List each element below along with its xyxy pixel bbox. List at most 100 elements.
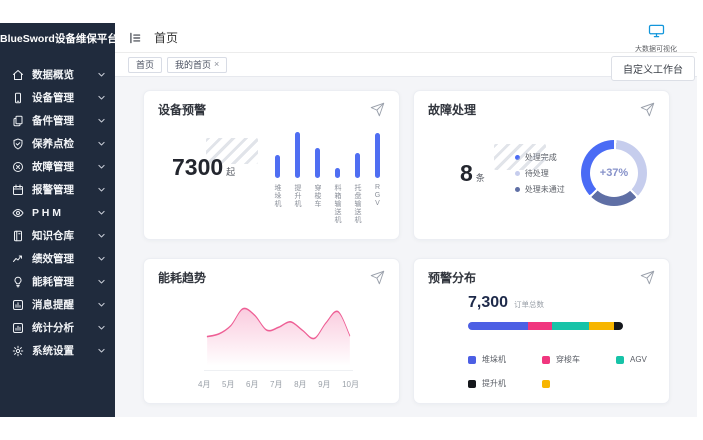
sidebar-item-notifications[interactable]: 消息提醒: [0, 293, 115, 316]
bar-label: 穿梭车: [314, 184, 321, 208]
legend-dot: [515, 171, 520, 176]
order-total: 7,300: [468, 294, 508, 312]
fault-handling-kpi: 8 条: [460, 160, 485, 187]
stack-segment: [589, 322, 614, 330]
card-title: 故障处理: [428, 101, 476, 118]
tab-label: 首页: [136, 58, 154, 71]
page: BlueSword设备维保平台 数据概览 设备管理 备件管理 保养点检 故障管理: [0, 0, 703, 440]
legend-swatch: [542, 356, 550, 364]
sidebar-item-system-settings[interactable]: 系统设置: [0, 339, 115, 362]
card-fault-handling: 故障处理 8 条 处理完成待处理处理未通过 +37%: [413, 90, 670, 240]
close-tab-icon[interactable]: ×: [214, 60, 219, 69]
bar-label: 堆垛机: [274, 184, 281, 208]
bar-label: RGV: [374, 184, 381, 208]
legend-item: 待处理: [515, 168, 565, 179]
stack-segment: [614, 322, 623, 330]
bar-column: 托盘输送机: [354, 132, 361, 224]
month-tick-label: 9月: [318, 379, 330, 390]
legend-item: 穿梭车: [542, 354, 616, 365]
sidebar-menu: 数据概览 设备管理 备件管理 保养点检 故障管理 报警管理: [0, 55, 115, 362]
distribution-kpi: 7,300 订单总数: [468, 294, 655, 312]
bar: [375, 133, 380, 178]
message-chart-icon: [11, 298, 24, 311]
eye-icon: [11, 206, 24, 219]
bar-chart-icon: [11, 321, 24, 334]
legend-swatch: [542, 380, 550, 388]
month-labels: 4月5月6月7月8月9月10月: [198, 379, 359, 390]
stack-segment: [468, 322, 528, 330]
bar-column: 料箱输送机: [334, 132, 341, 224]
month-tick-label: 7月: [270, 379, 282, 390]
app-title: BlueSword设备维保平台: [0, 23, 115, 55]
sidebar-item-device-mgmt[interactable]: 设备管理: [0, 86, 115, 109]
monitor-icon: [648, 24, 665, 43]
bar-label: 料箱输送机: [334, 184, 341, 224]
legend-item: [542, 378, 616, 389]
bar-column: 穿梭车: [314, 132, 321, 208]
bar-column: 堆垛机: [274, 132, 281, 208]
month-tick-label: 8月: [294, 379, 306, 390]
chevron-down-icon: [97, 300, 106, 309]
legend-label: AGV: [630, 355, 647, 364]
send-icon[interactable]: [640, 270, 655, 285]
distribution-stacked-bar: [468, 322, 623, 330]
sidebar-item-maintenance[interactable]: 保养点检: [0, 132, 115, 155]
sidebar-item-data-overview[interactable]: 数据概览: [0, 63, 115, 86]
bar-label: 提升机: [294, 184, 301, 208]
send-icon[interactable]: [370, 102, 385, 117]
sidebar-item-fault-mgmt[interactable]: 故障管理: [0, 155, 115, 178]
send-icon[interactable]: [370, 270, 385, 285]
card-title: 能耗趋势: [158, 269, 206, 286]
legend-swatch: [616, 356, 624, 364]
legend-label: 处理未通过: [525, 184, 565, 195]
month-tick-label: 10月: [342, 379, 359, 390]
documents-icon: [11, 114, 24, 127]
bar-label: 托盘输送机: [354, 184, 361, 224]
month-tick-label: 6月: [246, 379, 258, 390]
legend-item: 处理未通过: [515, 184, 565, 195]
legend-item: 堆垛机: [468, 354, 542, 365]
card-title: 预警分布: [428, 269, 476, 286]
big-data-viz-entry[interactable]: 大数据可视化: [635, 21, 677, 54]
shield-check-icon: [11, 137, 24, 150]
sidebar-item-performance[interactable]: 绩效管理: [0, 247, 115, 270]
chevron-down-icon: [97, 277, 106, 286]
donut-center-text: +37%: [590, 149, 638, 197]
sidebar-item-energy-mgmt[interactable]: 能耗管理: [0, 270, 115, 293]
chevron-down-icon: [97, 116, 106, 125]
tab-label: 我的首页: [175, 58, 211, 71]
card-device-warning: 设备预警 7300 起 堆垛机提升机穿梭车料箱输送机托盘输送机RGV: [143, 90, 400, 240]
legend-swatch: [468, 356, 476, 364]
legend-item: 提升机: [468, 378, 542, 389]
stack-segment: [552, 322, 589, 330]
trend-icon: [11, 252, 24, 265]
sidebar-item-knowledge-base[interactable]: 知识仓库: [0, 224, 115, 247]
fault-legend: 处理完成待处理处理未通过: [515, 152, 565, 195]
sidebar-item-phm[interactable]: P H M: [0, 201, 115, 224]
notebook-icon: [11, 229, 24, 242]
tab-my-home[interactable]: 我的首页×: [167, 57, 227, 73]
equipment-warning-bar-chart: 堆垛机 提升机 穿梭车 料箱输送机 托盘输送机 RGV: [274, 132, 381, 224]
tab-home[interactable]: 首页: [128, 57, 162, 73]
bulb-icon: [11, 275, 24, 288]
collapse-sidebar-icon[interactable]: [128, 31, 142, 45]
stack-segment: [528, 322, 551, 330]
customize-workbench-button[interactable]: 自定义工作台: [611, 56, 695, 81]
card-title: 设备预警: [158, 101, 206, 118]
calendar-icon: [11, 183, 24, 196]
chevron-down-icon: [97, 323, 106, 332]
sidebar-item-alarm-mgmt[interactable]: 报警管理: [0, 178, 115, 201]
bar: [275, 155, 280, 178]
device-warning-count: 7300: [172, 154, 223, 181]
chevron-down-icon: [97, 93, 106, 102]
chevron-down-icon: [97, 346, 106, 355]
breadcrumb: 首页: [154, 29, 178, 46]
device-icon: [11, 91, 24, 104]
sidebar-item-spare-parts[interactable]: 备件管理: [0, 109, 115, 132]
sidebar-item-statistics[interactable]: 统计分析: [0, 316, 115, 339]
energy-trend-area-chart: [204, 290, 353, 366]
bar: [335, 168, 340, 178]
distribution-legend: 堆垛机穿梭车 AGV 提升机: [468, 354, 655, 389]
send-icon[interactable]: [640, 102, 655, 117]
card-warning-distribution: 预警分布 7,300 订单总数 堆垛机穿梭车 AGV 提升机: [413, 258, 670, 404]
